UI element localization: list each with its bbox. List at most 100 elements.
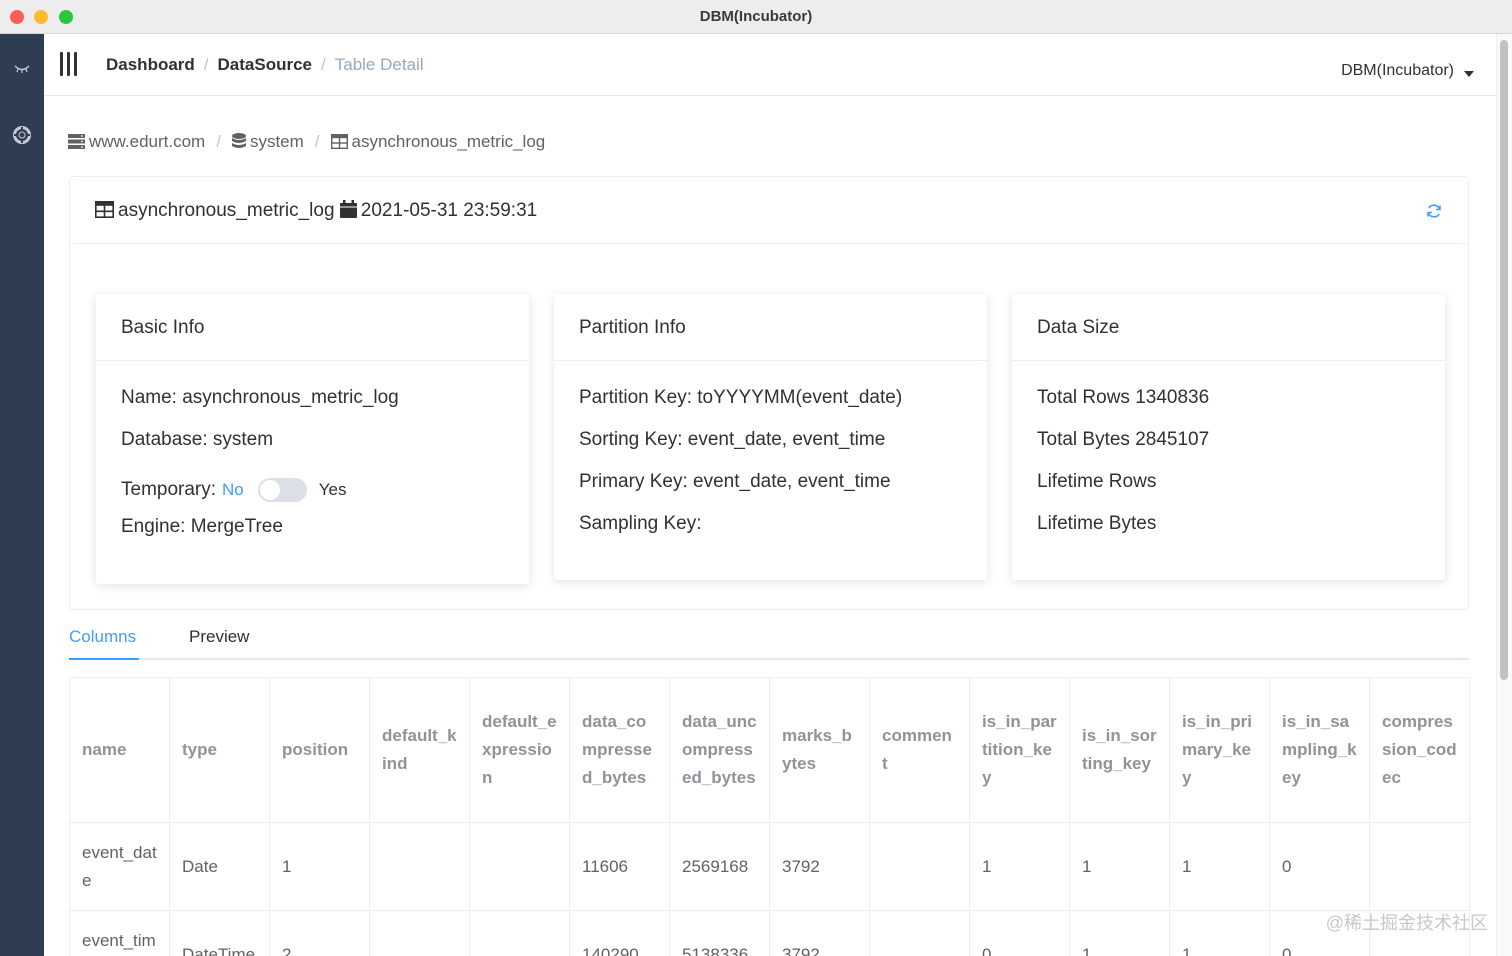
top-header: Dashboard / DataSource / Table Detail DBM(In… xyxy=(44,34,1496,96)
table-icon xyxy=(95,201,114,218)
tab-preview[interactable]: Preview xyxy=(189,627,249,647)
table-cell xyxy=(869,910,970,956)
table-cell: 1 xyxy=(1169,910,1270,956)
partition-key: Partition Key: toYYYYMM(event_date) xyxy=(579,387,903,408)
path-database[interactable]: system xyxy=(250,132,304,151)
sorting-key: Sorting Key: event_date, event_time xyxy=(579,429,886,450)
table-cell: 1 xyxy=(1169,822,1270,911)
column-header[interactable]: compression_codec xyxy=(1369,677,1470,823)
table-row[interactable]: event_date Date 1 11606 2569168 3792 1 1… xyxy=(69,822,1470,911)
column-header[interactable]: type xyxy=(169,677,270,823)
data-size-title: Data Size xyxy=(1012,294,1445,361)
temporary-label: Temporary: xyxy=(121,479,217,500)
table-cell: event_time xyxy=(69,910,170,956)
basic-info-panel: Basic Info Name: asynchronous_metric_log… xyxy=(96,294,529,584)
basic-info-title: Basic Info xyxy=(96,294,529,361)
watermark: @稀土掘金技术社区 xyxy=(1325,913,1488,933)
temporary-switch[interactable] xyxy=(257,478,307,502)
path-table[interactable]: asynchronous_metric_log xyxy=(352,132,546,151)
window-titlebar: DBM(Incubator) xyxy=(0,0,1512,34)
database-icon xyxy=(231,133,246,148)
sidebar xyxy=(0,34,44,956)
source-path: www.edurt.com / system / asynchronous_metric… xyxy=(68,132,545,152)
table-cell: 5138336 xyxy=(669,910,770,956)
table-cell: 1 xyxy=(969,822,1070,911)
table-icon xyxy=(330,133,348,150)
table-cell: 2 xyxy=(269,910,370,956)
column-header[interactable]: is_in_primary_key xyxy=(1169,677,1270,823)
table-cell: 3792 xyxy=(769,910,870,956)
table-detail-card: asynchronous_metric_log 2021-05-31 23:59… xyxy=(69,176,1469,610)
eye-closed-icon[interactable] xyxy=(10,58,34,82)
server-icon xyxy=(68,134,85,149)
column-header[interactable]: name xyxy=(69,677,170,823)
user-menu-dropdown[interactable]: DBM(Incubator) xyxy=(1341,62,1474,80)
lifetime-bytes: Lifetime Bytes xyxy=(1037,513,1157,534)
partition-info-title: Partition Info xyxy=(554,294,987,361)
temporary-row: Temporary: No Yes xyxy=(121,469,504,511)
total-bytes: Total Bytes 2845107 xyxy=(1037,429,1210,450)
table-cell: 0 xyxy=(1269,822,1370,911)
refresh-icon[interactable] xyxy=(1426,203,1442,219)
window-title: DBM(Incubator) xyxy=(699,8,813,25)
table-cell xyxy=(369,910,470,956)
column-header[interactable]: marks_bytes xyxy=(769,677,870,823)
temporary-yes-label[interactable]: Yes xyxy=(319,477,347,503)
table-cell: 1 xyxy=(1069,910,1170,956)
calendar-icon xyxy=(339,200,357,218)
table-cell: 3792 xyxy=(769,822,870,911)
breadcrumb: Dashboard / DataSource / Table Detail xyxy=(106,55,424,74)
column-header[interactable]: default_expression xyxy=(469,677,570,823)
table-cell xyxy=(469,822,570,911)
partition-info-panel: Partition Info Partition Key: toYYYYMM(e… xyxy=(554,294,987,580)
temporary-no-label[interactable]: No xyxy=(222,477,244,503)
breadcrumb-dashboard[interactable]: Dashboard xyxy=(106,55,195,74)
table-cell xyxy=(369,822,470,911)
card-title: asynchronous_metric_log 2021-05-31 23:59… xyxy=(95,200,537,222)
column-header[interactable]: is_in_sampling_key xyxy=(1269,677,1370,823)
primary-key: Primary Key: event_date, event_time xyxy=(579,471,891,492)
path-server[interactable]: www.edurt.com xyxy=(89,132,205,151)
hamburger-menu-icon[interactable] xyxy=(60,52,78,76)
basic-info-name: Name: asynchronous_metric_log xyxy=(121,387,399,408)
column-header[interactable]: position xyxy=(269,677,370,823)
column-header[interactable]: comment xyxy=(869,677,970,823)
column-header[interactable]: default_kind xyxy=(369,677,470,823)
data-size-panel: Data Size Total Rows 1340836 Total Bytes… xyxy=(1012,294,1445,580)
columns-table: name type position default_kind default_… xyxy=(69,677,1470,956)
vertical-scrollbar[interactable] xyxy=(1496,34,1512,956)
table-cell: 1 xyxy=(269,822,370,911)
table-cell xyxy=(1369,822,1470,911)
caret-down-icon xyxy=(1464,71,1474,77)
table-cell xyxy=(469,910,570,956)
table-header-row: name type position default_kind default_… xyxy=(69,677,1470,823)
lifetime-rows: Lifetime Rows xyxy=(1037,471,1157,492)
total-rows: Total Rows 1340836 xyxy=(1037,387,1210,408)
card-table-name: asynchronous_metric_log xyxy=(118,200,335,221)
scrollbar-thumb[interactable] xyxy=(1500,40,1508,680)
table-cell: 11606 xyxy=(569,822,670,911)
table-cell: 1 xyxy=(1069,822,1170,911)
table-row[interactable]: event_time DateTime 2 140290 5138336 379… xyxy=(69,910,1470,956)
column-header[interactable]: is_in_sorting_key xyxy=(1069,677,1170,823)
switch-knob xyxy=(259,480,280,500)
basic-info-database: Database: system xyxy=(121,429,274,450)
table-cell: DateTime xyxy=(169,910,270,956)
table-cell: 0 xyxy=(969,910,1070,956)
tab-columns[interactable]: Columns xyxy=(69,627,136,647)
column-header[interactable]: data_compressed_bytes xyxy=(569,677,670,823)
breadcrumb-datasource[interactable]: DataSource xyxy=(218,55,312,74)
column-header[interactable]: data_uncompressed_bytes xyxy=(669,677,770,823)
column-header[interactable]: is_in_partition_key xyxy=(969,677,1070,823)
sampling-key: Sampling Key: xyxy=(579,513,702,534)
breadcrumb-table-detail: Table Detail xyxy=(334,55,424,74)
detail-tabs: Columns Preview xyxy=(69,620,1469,660)
active-tab-indicator xyxy=(69,658,139,660)
table-cell: Date xyxy=(169,822,270,911)
basic-info-engine: Engine: MergeTree xyxy=(121,516,283,537)
lifebuoy-icon[interactable] xyxy=(10,126,34,150)
card-header: asynchronous_metric_log 2021-05-31 23:59… xyxy=(70,177,1468,244)
table-cell: 140290 xyxy=(569,910,670,956)
card-timestamp: 2021-05-31 23:59:31 xyxy=(360,200,538,221)
table-cell xyxy=(869,822,970,911)
